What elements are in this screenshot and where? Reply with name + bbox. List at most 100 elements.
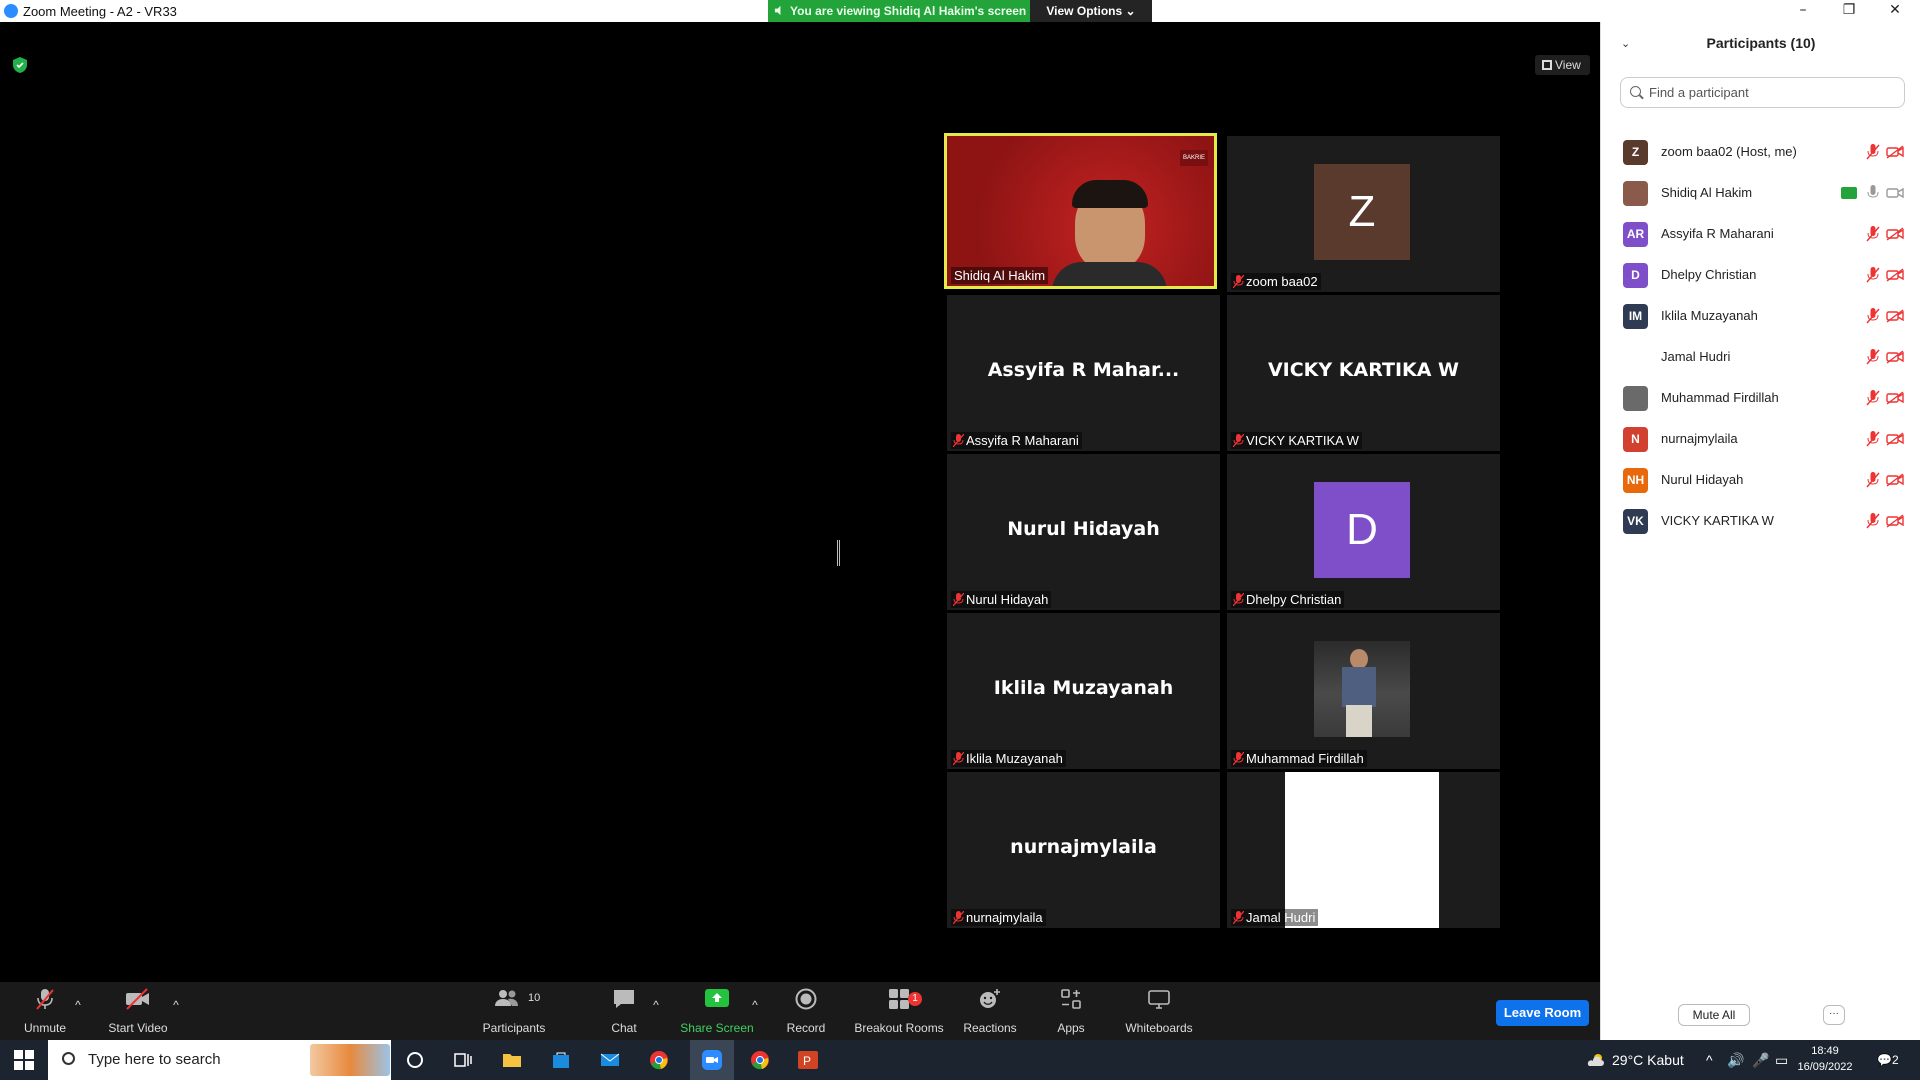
mic-muted-icon[interactable]	[1866, 390, 1880, 406]
video-options-caret[interactable]: ^	[170, 998, 182, 1012]
participant-row[interactable]: IM Iklila Muzayanah	[1601, 296, 1920, 337]
video-tile[interactable]: BAKRIE Shidiq Al Hakim	[944, 133, 1217, 289]
splitter-handle[interactable]	[837, 540, 840, 566]
participant-row[interactable]: Shidiq Al Hakim	[1601, 173, 1920, 214]
share-screen-button[interactable]: Share Screen	[680, 982, 754, 1040]
chrome-icon[interactable]	[750, 1050, 770, 1070]
sharing-icon	[1841, 187, 1857, 199]
notification-icon[interactable]: 💬2	[1877, 1040, 1899, 1080]
mic-muted-icon[interactable]	[1866, 267, 1880, 283]
apps-button[interactable]: Apps	[1051, 982, 1091, 1040]
video-tile[interactable]: nurnajmylaila nurnajmylaila	[947, 772, 1220, 928]
svg-text:P: P	[803, 1054, 811, 1068]
chat-options-caret[interactable]: ^	[650, 998, 662, 1012]
speaker-icon[interactable]: 🔊	[1727, 1040, 1744, 1080]
video-off-icon[interactable]	[1886, 432, 1904, 446]
weather-text[interactable]: 29°C Kabut	[1612, 1040, 1684, 1080]
reactions-button[interactable]: Reactions	[962, 982, 1018, 1040]
video-off-icon[interactable]	[1886, 391, 1904, 405]
video-tile[interactable]: Jamal Hudri	[1227, 772, 1500, 928]
breakout-rooms-button[interactable]: 1 Breakout Rooms	[850, 982, 948, 1040]
whiteboards-button[interactable]: Whiteboards	[1122, 982, 1196, 1040]
chat-button[interactable]: Chat	[604, 982, 644, 1040]
microphone-icon[interactable]: 🎤	[1752, 1040, 1769, 1080]
mute-all-button[interactable]: Mute All	[1678, 1004, 1750, 1026]
video-off-icon[interactable]	[1886, 514, 1904, 528]
participant-row[interactable]: Nnurnajmylaila	[1601, 419, 1920, 460]
chat-icon	[614, 990, 634, 1008]
view-label: View	[1555, 58, 1581, 72]
powerpoint-icon[interactable]: P	[798, 1050, 818, 1070]
mail-icon[interactable]	[600, 1050, 620, 1070]
tile-name-text: Muhammad Firdillah	[1246, 751, 1364, 766]
video-off-icon[interactable]	[1886, 473, 1904, 487]
unmute-button[interactable]: Unmute	[14, 982, 76, 1040]
view-button[interactable]: View	[1535, 55, 1590, 75]
clock-time: 18:49	[1811, 1045, 1839, 1057]
participant-row[interactable]: AR Assyifa R Maharani	[1601, 214, 1920, 255]
video-tile[interactable]: Nurul Hidayah Nurul Hidayah	[947, 454, 1220, 610]
avatar: D	[1314, 482, 1410, 578]
restore-button[interactable]: ❐	[1826, 0, 1872, 22]
participant-row[interactable]: Jamal Hudri	[1601, 337, 1920, 378]
mic-icon[interactable]	[1866, 185, 1880, 201]
mic-muted-icon	[953, 434, 964, 447]
video-tile[interactable]: VICKY KARTIKA W VICKY KARTIKA W	[1227, 295, 1500, 451]
participant-row[interactable]: Zzoom baa02 (Host, me)	[1601, 132, 1920, 173]
video-off-icon[interactable]	[1886, 145, 1904, 159]
mic-muted-icon[interactable]	[1866, 513, 1880, 529]
share-options-caret[interactable]: ^	[749, 998, 761, 1012]
store-icon[interactable]	[551, 1050, 571, 1070]
file-explorer-icon[interactable]	[502, 1050, 522, 1070]
mic-muted-icon[interactable]	[1866, 349, 1880, 365]
weather-icon[interactable]	[1586, 1050, 1606, 1070]
close-button[interactable]: ✕	[1872, 0, 1918, 22]
tile-name-label: Shidiq Al Hakim	[951, 267, 1049, 284]
chevron-up-icon[interactable]: ^	[1706, 1040, 1713, 1080]
participants-button[interactable]: 10 Participants	[478, 982, 550, 1040]
video-tile[interactable]: Iklila Muzayanah Iklila Muzayanah	[947, 613, 1220, 769]
mic-muted-icon[interactable]	[1866, 144, 1880, 160]
cortana-icon[interactable]	[405, 1050, 425, 1070]
photo-head	[1350, 649, 1368, 669]
tile-name-text: Nurul Hidayah	[966, 592, 1049, 607]
zoom-taskbar-active[interactable]	[690, 1040, 734, 1080]
record-button[interactable]: Record	[780, 982, 832, 1040]
mic-muted-icon[interactable]	[1866, 226, 1880, 242]
mic-muted-icon[interactable]	[1866, 308, 1880, 324]
video-off-icon[interactable]	[1886, 309, 1904, 323]
find-participant-input[interactable]: Find a participant	[1620, 77, 1905, 108]
view-options-button[interactable]: View Options ⌄	[1030, 0, 1152, 22]
network-icon[interactable]: ▭	[1775, 1040, 1788, 1080]
video-off-icon[interactable]	[1886, 350, 1904, 364]
start-video-button[interactable]: Start Video	[104, 982, 172, 1040]
participant-row[interactable]: D Dhelpy Christian	[1601, 255, 1920, 296]
participant-row[interactable]: NH Nurul Hidayah	[1601, 460, 1920, 501]
participant-avatar	[1623, 181, 1648, 206]
more-options-button[interactable]: ···	[1823, 1005, 1845, 1025]
mic-muted-icon[interactable]	[1866, 431, 1880, 447]
video-off-icon[interactable]	[1886, 227, 1904, 241]
reactions-label: Reactions	[963, 1021, 1017, 1035]
meeting-area: View BAKRIE Shidiq Al Hakim Z zoom baa02…	[0, 22, 1600, 982]
video-tile[interactable]: Assyifa R Mahar... Assyifa R Maharani	[947, 295, 1220, 451]
chevron-down-icon: ⌄	[1125, 4, 1136, 18]
windows-start-icon[interactable]	[14, 1050, 34, 1070]
participant-name: Shidiq Al Hakim	[1661, 185, 1753, 200]
video-off-icon[interactable]	[1886, 268, 1904, 282]
participant-row[interactable]: Muhammad Firdillah	[1601, 378, 1920, 419]
taskbar-clock[interactable]: 18:49 16/09/2022	[1795, 1043, 1855, 1075]
video-icon[interactable]	[1886, 186, 1904, 200]
zoom-icon	[702, 1050, 722, 1070]
mic-muted-icon[interactable]	[1866, 472, 1880, 488]
video-tile[interactable]: D Dhelpy Christian	[1227, 454, 1500, 610]
participant-row[interactable]: VK VICKY KARTIKA W	[1601, 501, 1920, 542]
audio-options-caret[interactable]: ^	[72, 998, 84, 1012]
chrome-icon[interactable]	[649, 1050, 669, 1070]
minimize-button[interactable]: –	[1780, 0, 1826, 22]
task-view-icon[interactable]	[453, 1050, 473, 1070]
video-tile[interactable]: Muhammad Firdillah	[1227, 613, 1500, 769]
leave-room-button[interactable]: Leave Room	[1496, 1000, 1589, 1026]
video-tile[interactable]: Z zoom baa02	[1227, 136, 1500, 292]
photo-shirt	[1342, 667, 1376, 707]
